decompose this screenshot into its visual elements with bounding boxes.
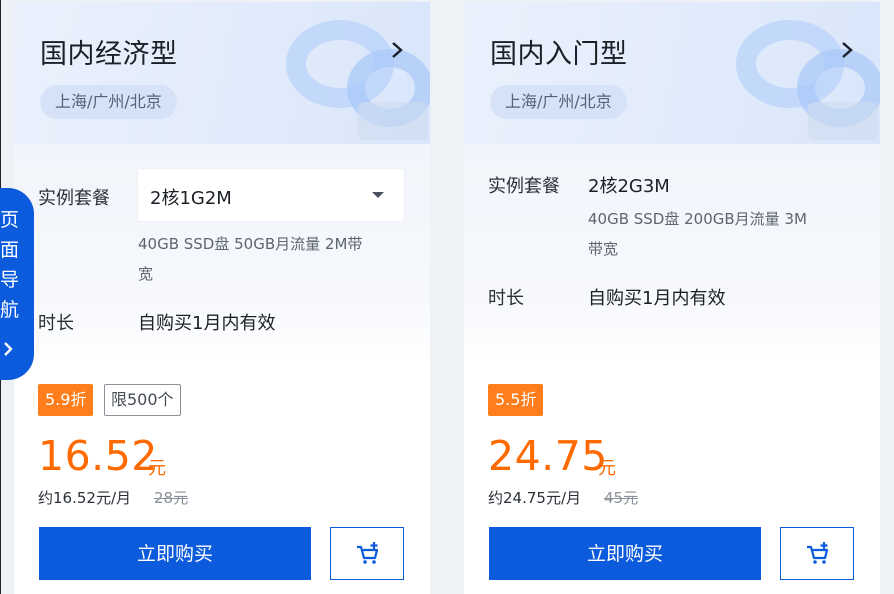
product-card-economy: 国内经济型 上海/广州/北京 实例套餐 2核1G2M 40GB SSD盘 50G… bbox=[14, 2, 430, 594]
spec-description-line2: 带宽 bbox=[588, 240, 619, 258]
card-title: 国内入门型 bbox=[490, 39, 628, 70]
spec-select-value: 2核1G2M bbox=[150, 188, 232, 209]
discount-badge: 5.5折 bbox=[488, 384, 544, 416]
card-title: 国内经济型 bbox=[40, 39, 178, 70]
spec-description-line1: 40GB SSD盘 200GB月流量 3M bbox=[588, 210, 807, 228]
price-value: 16.52 bbox=[38, 432, 158, 480]
original-price: 45元 bbox=[604, 489, 639, 507]
header-decoration-graphic bbox=[286, 20, 430, 140]
discount-badge: 5.9折 bbox=[38, 384, 94, 416]
nav-label-char: 导 bbox=[0, 269, 20, 291]
duration-label: 时长 bbox=[38, 313, 74, 334]
price-unit: 元 bbox=[148, 458, 166, 479]
price-unit: 元 bbox=[598, 458, 616, 479]
monthly-price: 约24.75元/月 bbox=[488, 489, 581, 507]
limit-badge: 限500个 bbox=[104, 384, 181, 416]
add-to-cart-button[interactable] bbox=[330, 527, 404, 580]
chevron-right-icon[interactable] bbox=[390, 40, 404, 60]
original-price: 28元 bbox=[154, 489, 189, 507]
card-header[interactable]: 国内经济型 上海/广州/北京 bbox=[14, 2, 430, 144]
page-navigation-tab[interactable]: 页 面 导 航 bbox=[0, 188, 34, 380]
spec-description-line1: 40GB SSD盘 50GB月流量 2M带 bbox=[138, 235, 363, 253]
region-tag: 上海/广州/北京 bbox=[490, 85, 627, 119]
nav-label-char: 面 bbox=[0, 239, 20, 261]
spec-select[interactable]: 2核1G2M bbox=[138, 169, 404, 221]
monthly-price: 约16.52元/月 bbox=[38, 489, 131, 507]
cart-add-icon bbox=[357, 542, 379, 564]
spec-area: 实例套餐 2核2G3M 40GB SSD盘 200GB月流量 3M 带宽 时长 … bbox=[464, 144, 880, 362]
chevron-right-icon[interactable] bbox=[840, 40, 854, 60]
nav-label-char: 航 bbox=[0, 299, 20, 321]
header-decoration-graphic bbox=[736, 20, 880, 140]
cart-add-icon bbox=[807, 542, 829, 564]
chevron-right-icon bbox=[4, 342, 13, 356]
spec-area: 实例套餐 2核1G2M 40GB SSD盘 50GB月流量 2M带 宽 时长 自… bbox=[14, 144, 430, 362]
region-tag: 上海/广州/北京 bbox=[40, 85, 177, 119]
nav-label-char: 页 bbox=[0, 209, 20, 231]
spec-label: 实例套餐 bbox=[38, 188, 110, 209]
spec-description-line2: 宽 bbox=[138, 265, 154, 283]
duration-label: 时长 bbox=[488, 288, 524, 309]
product-card-entry: 国内入门型 上海/广州/北京 实例套餐 2核2G3M 40GB SSD盘 200… bbox=[464, 2, 880, 594]
duration-value: 自购买1月内有效 bbox=[588, 288, 726, 309]
duration-value: 自购买1月内有效 bbox=[138, 313, 276, 334]
buy-now-button[interactable]: 立即购买 bbox=[489, 527, 761, 580]
price-value: 24.75 bbox=[488, 432, 608, 480]
spec-label: 实例套餐 bbox=[488, 176, 560, 197]
card-header[interactable]: 国内入门型 上海/广州/北京 bbox=[464, 2, 880, 144]
add-to-cart-button[interactable] bbox=[780, 527, 854, 580]
spec-value: 2核2G3M bbox=[588, 176, 670, 197]
caret-down-icon bbox=[372, 192, 384, 198]
buy-now-button[interactable]: 立即购买 bbox=[39, 527, 311, 580]
